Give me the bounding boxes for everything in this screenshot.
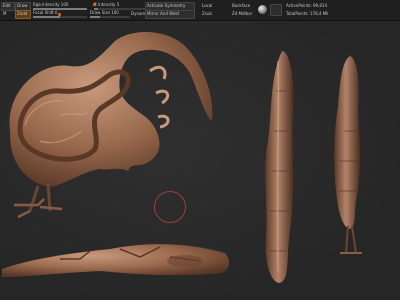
symmetry-label: Activate Symmetry [147, 3, 186, 8]
draw-size-slider[interactable] [90, 16, 130, 18]
rooster-side-view [265, 51, 294, 283]
material-swatch-icon[interactable] [270, 4, 282, 16]
backface-label[interactable]: Backface [232, 3, 250, 8]
rooster-front-view [9, 31, 213, 219]
draw-size-label: Draw Size 100 [90, 10, 119, 15]
total-points-readout: TotalPoints: 178,4 Mil [286, 11, 329, 16]
clay-brush-icon[interactable] [258, 5, 267, 14]
focal-shift-label: Focal Shift 0 [33, 10, 58, 15]
mirror-weld-label: Mirror And Weld [147, 11, 179, 16]
aux-toggle-label[interactable]: Zd Mdlbar [232, 11, 252, 16]
rooster-back-view [334, 56, 362, 254]
sculpt-viewport[interactable] [0, 21, 400, 300]
brush-cursor [154, 191, 186, 223]
zsub-label[interactable]: Zsub [202, 11, 212, 16]
active-points-readout: ActivePoints: 99,814 [286, 3, 328, 8]
z-intensity-label: Z Intensity 5 [94, 2, 120, 7]
rgb-intensity-label: Rgb Intensity 100 [33, 2, 69, 7]
focal-shift-marker [58, 13, 61, 16]
draw-mode-label: Draw [17, 3, 28, 8]
rooster-top-view [2, 244, 230, 277]
local-label[interactable]: Local [202, 3, 212, 8]
focal-shift-slider[interactable] [33, 16, 87, 18]
edit-mode-label: Edit [3, 3, 11, 8]
zadd-label: Zadd [17, 11, 28, 16]
z-intensity-marker [93, 3, 96, 6]
top-toolbar: Edit Draw Rgb Intensity 100 Z Intensity … [0, 0, 400, 21]
m-tool-label[interactable]: M [3, 11, 6, 16]
model-render [2, 31, 362, 283]
